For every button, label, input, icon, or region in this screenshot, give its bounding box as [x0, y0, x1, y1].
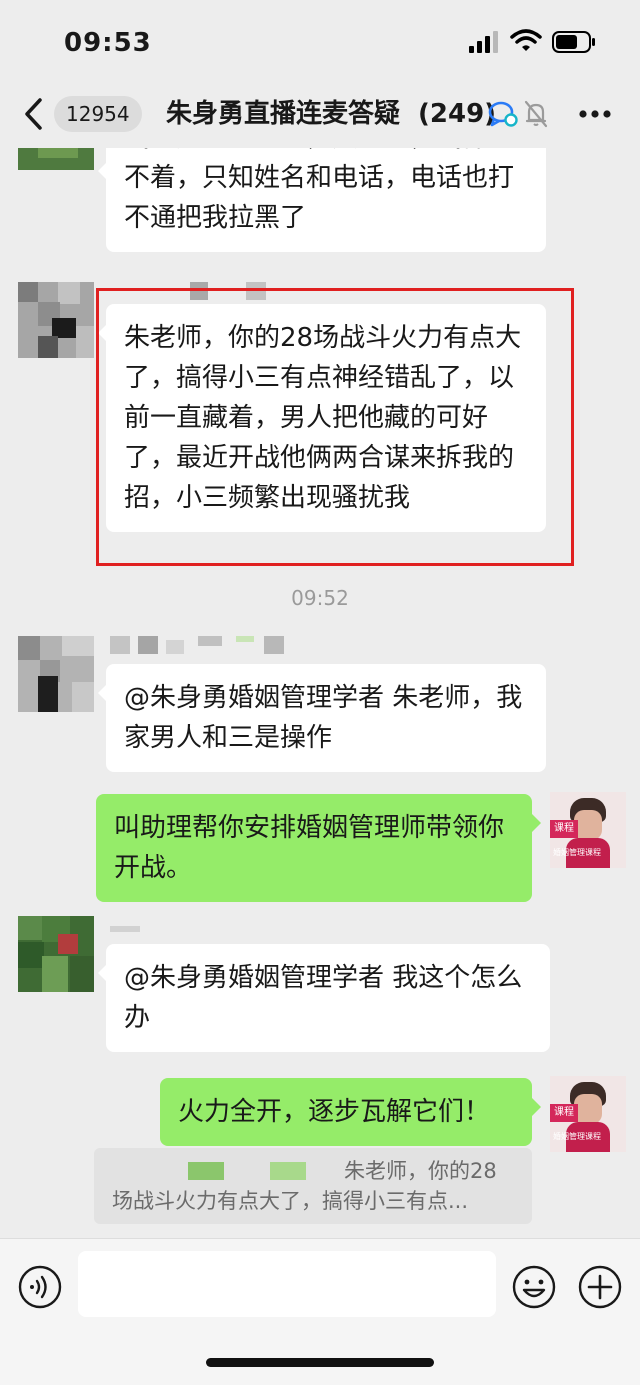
avatar[interactable] — [18, 282, 94, 358]
sender-nickname — [110, 636, 286, 654]
plus-icon[interactable] — [578, 1265, 622, 1309]
signal-icon — [469, 31, 498, 53]
quote-text: 朱老师，你的28 — [344, 1159, 497, 1183]
avatar[interactable] — [18, 636, 94, 712]
member-count: (249) — [416, 96, 497, 132]
message-bubble[interactable]: @朱身勇婚姻管理学者 我这个怎么办 — [106, 944, 550, 1052]
quote-sender-mask — [270, 1162, 306, 1180]
bubble-tail — [532, 814, 541, 832]
message-bubble[interactable]: @朱身勇婚姻管理学者 朱老师，我家男人和三是操作 — [106, 664, 546, 772]
avatar-label: 课程 — [550, 820, 578, 838]
message-timestamp: 09:52 — [291, 586, 349, 610]
message-bubble[interactable]: 我这边这个小三，失踪了，我都找不着，只知姓名和电话，电话也打不通把我拉黑了 — [106, 148, 546, 252]
message-bubble[interactable]: 叫助理帮你安排婚姻管理师带领你开战。 — [96, 794, 532, 902]
quote-text: 场战斗火力有点大了，搞得小三有点... — [112, 1189, 469, 1213]
battery-icon — [552, 31, 595, 53]
mute-icon — [524, 100, 548, 128]
sender-nickname — [110, 918, 150, 936]
channel-icon — [488, 101, 518, 127]
home-indicator — [206, 1358, 434, 1367]
message-input[interactable] — [78, 1251, 496, 1317]
avatar-label: 课程 — [550, 1104, 578, 1122]
chat-header: 12954 朱身勇直播连麦答疑 (249) — [0, 82, 640, 148]
voice-icon[interactable] — [18, 1265, 62, 1309]
avatar-label: 婚姻管理课程 — [553, 1132, 601, 1141]
back-icon[interactable] — [20, 96, 48, 132]
avatar[interactable]: 课程 婚姻管理课程 — [550, 1076, 626, 1152]
more-icon[interactable] — [578, 104, 612, 124]
avatar[interactable] — [18, 916, 94, 992]
status-time: 09:53 — [64, 28, 152, 58]
input-toolbar — [0, 1238, 640, 1385]
wifi-icon — [510, 29, 542, 51]
avatar-label: 婚姻管理课程 — [553, 848, 601, 857]
status-bar: 09:53 — [0, 0, 640, 82]
message-bubble[interactable]: 火力全开，逐步瓦解它们！ — [160, 1078, 532, 1146]
highlight-frame — [96, 288, 574, 566]
avatar[interactable]: 课程 婚姻管理课程 — [550, 792, 626, 868]
bubble-tail — [532, 1098, 541, 1116]
quote-line-1: 朱老师，你的28 — [112, 1156, 514, 1186]
unread-count-badge[interactable]: 12954 — [54, 96, 142, 132]
quoted-message[interactable]: 朱老师，你的28 场战斗火力有点大了，搞得小三有点... — [94, 1148, 532, 1224]
avatar[interactable] — [18, 148, 94, 170]
emoji-icon[interactable] — [512, 1265, 556, 1309]
quote-sender-mask — [188, 1162, 224, 1180]
message-list[interactable]: 我这边这个小三，失踪了，我都找不着，只知姓名和电话，电话也打不通把我拉黑了 朱老… — [0, 148, 640, 1238]
